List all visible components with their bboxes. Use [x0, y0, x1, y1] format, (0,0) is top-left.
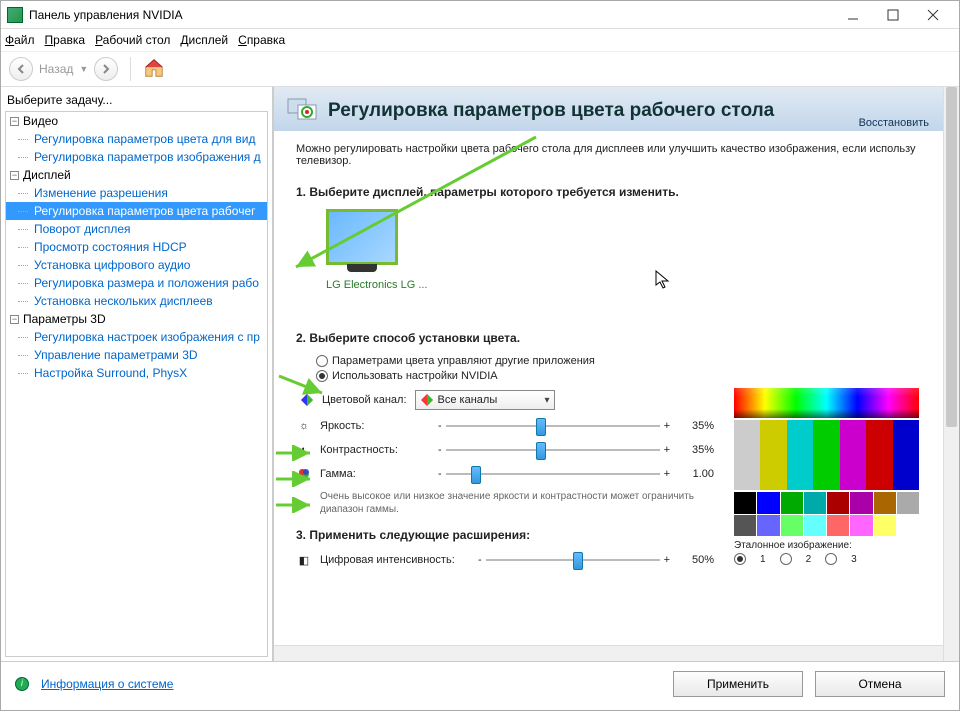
menu-help[interactable]: Справка: [238, 33, 285, 47]
hue-gradient: [734, 388, 919, 418]
smpte-bars: [734, 420, 919, 490]
maximize-button[interactable]: [873, 1, 913, 29]
tree-item[interactable]: Установка нескольких дисплеев: [6, 292, 267, 310]
contrast-slider[interactable]: [446, 449, 660, 451]
brightness-slider[interactable]: [446, 425, 660, 427]
back-button[interactable]: [9, 57, 33, 81]
page-title: Регулировка параметров цвета рабочего ст…: [328, 100, 774, 122]
content-scrollbar-vertical[interactable]: [943, 87, 959, 661]
home-button[interactable]: [143, 57, 165, 82]
tree-item[interactable]: Поворот дисплея: [6, 220, 267, 238]
menu-edit[interactable]: Правка: [45, 33, 86, 47]
close-button[interactable]: [913, 1, 953, 29]
page-header: Регулировка параметров цвета рабочего ст…: [274, 87, 959, 131]
reference-image-label: Эталонное изображение:: [734, 540, 919, 551]
sidebar-title: Выберите задачу...: [5, 91, 268, 111]
monitor-label: LG Electronics LG ...: [326, 279, 427, 291]
menu-desktop[interactable]: Рабочий стол: [95, 33, 170, 47]
contrast-icon: ◐: [296, 442, 312, 458]
step2-title: 2. Выберите способ установки цвета.: [296, 331, 919, 345]
toolbar: Назад ▼: [1, 51, 959, 87]
page-icon: [286, 95, 318, 127]
forward-button[interactable]: [94, 57, 118, 81]
restore-link[interactable]: Восстановить: [859, 117, 929, 129]
system-info-link[interactable]: Информация о системе: [41, 677, 173, 691]
tree-item[interactable]: Регулировка параметров цвета для вид: [6, 130, 267, 148]
menu-bar: Файл Правка Рабочий стол Дисплей Справка: [1, 29, 959, 51]
tree-item[interactable]: Регулировка параметров изображения д: [6, 148, 267, 166]
tree-cat-3d[interactable]: −Параметры 3D: [6, 310, 267, 328]
menu-display[interactable]: Дисплей: [180, 33, 228, 47]
ref-radio-2[interactable]: [780, 553, 792, 565]
display-thumbnail[interactable]: LG Electronics LG ...: [326, 209, 427, 291]
contrast-label: Контрастность:: [320, 444, 430, 456]
footer: i Информация о системе Применить Отмена: [1, 661, 959, 705]
tree-item[interactable]: Просмотр состояния HDCP: [6, 238, 267, 256]
content-area: Регулировка параметров цвета рабочего ст…: [273, 87, 959, 661]
brightness-icon: ☼: [296, 418, 312, 434]
gamma-slider[interactable]: [446, 473, 660, 475]
menu-file[interactable]: Файл: [5, 33, 35, 47]
tree-item-selected[interactable]: Регулировка параметров цвета рабочег: [6, 202, 267, 220]
task-tree[interactable]: −Видео Регулировка параметров цвета для …: [5, 111, 268, 657]
contrast-value: 35%: [678, 444, 714, 456]
back-label: Назад: [39, 62, 73, 76]
channel-label: Цветовой канал:: [322, 394, 407, 406]
channel-icon: [300, 393, 314, 407]
tree-item[interactable]: Изменение разрешения: [6, 184, 267, 202]
title-bar: Панель управления NVIDIA: [1, 1, 959, 29]
digital-intensity-label: Цифровая интенсивность:: [320, 554, 470, 566]
digital-intensity-value: 50%: [678, 554, 714, 566]
gamma-note: Очень высокое или низкое значение яркост…: [320, 490, 714, 516]
apply-button[interactable]: Применить: [673, 671, 803, 697]
step1-title: 1. Выберите дисплей, параметры которого …: [296, 185, 919, 199]
radio-use-nvidia[interactable]: Использовать настройки NVIDIA: [316, 370, 919, 382]
ref-radio-1[interactable]: [734, 553, 746, 565]
tree-item[interactable]: Регулировка настроек изображения с пр: [6, 328, 267, 346]
digital-intensity-icon: ◧: [296, 552, 312, 568]
monitor-icon: [326, 209, 398, 265]
gamma-label: Гамма:: [320, 468, 430, 480]
tree-cat-video[interactable]: −Видео: [6, 112, 267, 130]
brightness-value: 35%: [678, 420, 714, 432]
channel-select[interactable]: Все каналы: [415, 390, 555, 410]
ref-radio-3[interactable]: [825, 553, 837, 565]
page-description: Можно регулировать настройки цвета рабоч…: [296, 143, 919, 167]
tree-item[interactable]: Настройка Surround, PhysX: [6, 364, 267, 382]
content-scrollbar-horizontal[interactable]: [274, 645, 943, 661]
step3-title: 3. Применить следующие расширения:: [296, 528, 714, 542]
tree-cat-display[interactable]: −Дисплей: [6, 166, 267, 184]
sidebar: Выберите задачу... −Видео Регулировка па…: [1, 87, 273, 661]
radio-other-apps[interactable]: Параметрами цвета управляют другие прило…: [316, 355, 919, 367]
tree-item[interactable]: Регулировка размера и положения рабо: [6, 274, 267, 292]
digital-intensity-slider[interactable]: [486, 559, 660, 561]
minimize-button[interactable]: [833, 1, 873, 29]
nvidia-app-icon: [7, 7, 23, 23]
window-title: Панель управления NVIDIA: [29, 8, 833, 22]
color-preview: Эталонное изображение: 1 2 3: [734, 388, 919, 576]
color-swatches: [734, 492, 919, 536]
gamma-icon: [296, 466, 312, 482]
cancel-button[interactable]: Отмена: [815, 671, 945, 697]
tree-item[interactable]: Управление параметрами 3D: [6, 346, 267, 364]
system-info-icon: i: [15, 677, 29, 691]
tree-item[interactable]: Установка цифрового аудио: [6, 256, 267, 274]
brightness-label: Яркость:: [320, 420, 430, 432]
gamma-value: 1.00: [678, 468, 714, 480]
